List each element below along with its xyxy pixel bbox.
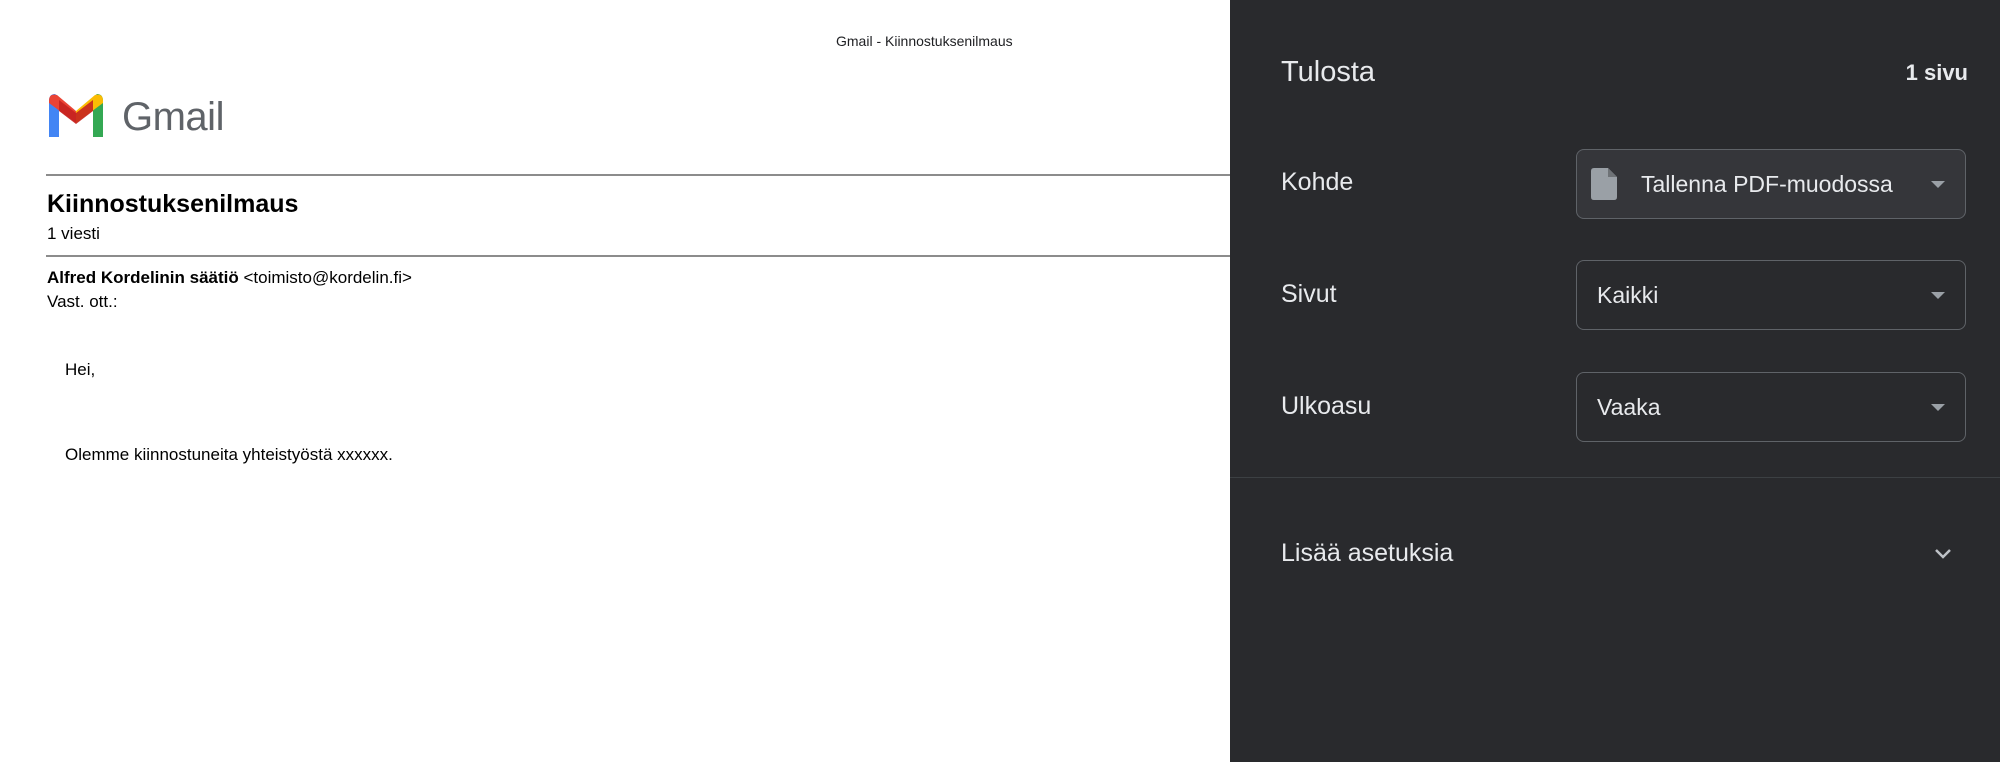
gmail-wordmark: Gmail (122, 95, 224, 139)
caret-down-icon (1931, 404, 1945, 411)
file-icon (1591, 168, 1617, 200)
destination-value: Tallenna PDF-muodossa (1641, 170, 1893, 197)
message-count: 1 viesti (47, 224, 100, 243)
more-settings-toggle[interactable]: Lisää asetuksia (1230, 520, 2000, 590)
pages-select[interactable]: Kaikki (1576, 260, 1966, 330)
pages-label: Sivut (1281, 280, 1337, 308)
page-count: 1 sivu (1905, 60, 1968, 85)
sender-email: <toimisto@kordelin.fi> (243, 268, 412, 287)
panel-divider (1230, 477, 2000, 478)
destination-select[interactable]: Tallenna PDF-muodossa (1576, 149, 1966, 219)
email-greeting: Hei, (65, 360, 96, 379)
more-settings-label: Lisää asetuksia (1281, 539, 1454, 567)
sender-name: Alfred Kordelinin säätiö (47, 268, 239, 287)
destination-label: Kohde (1281, 168, 1354, 196)
chevron-down-icon (1935, 549, 1951, 559)
caret-down-icon (1931, 292, 1945, 299)
layout-select[interactable]: Vaaka (1576, 372, 1966, 442)
print-settings-panel: Tulosta 1 sivu Kohde Tallenna PDF-muodos… (1230, 0, 2000, 762)
email-body: Olemme kiinnostuneita yhteistyöstä xxxxx… (65, 445, 393, 464)
header-divider (46, 174, 1230, 176)
layout-label: Ulkoasu (1281, 392, 1372, 420)
print-preview-page: Gmail - Kiinnostuksenilmaus Gmail Kiinno… (0, 0, 1230, 762)
print-header-title: Gmail - Kiinnostuksenilmaus (836, 33, 1013, 49)
message-divider (46, 255, 1230, 257)
email-subject: Kiinnostuksenilmaus (47, 190, 299, 218)
gmail-logo-icon (49, 94, 103, 137)
caret-down-icon (1931, 181, 1945, 188)
sender-line: Alfred Kordelinin säätiö <toimisto@korde… (47, 268, 412, 288)
recipient-label: Vast. ott.: (47, 292, 118, 311)
pages-value: Kaikki (1597, 281, 1659, 308)
layout-value: Vaaka (1597, 393, 1661, 420)
print-panel-title: Tulosta (1281, 56, 1376, 88)
